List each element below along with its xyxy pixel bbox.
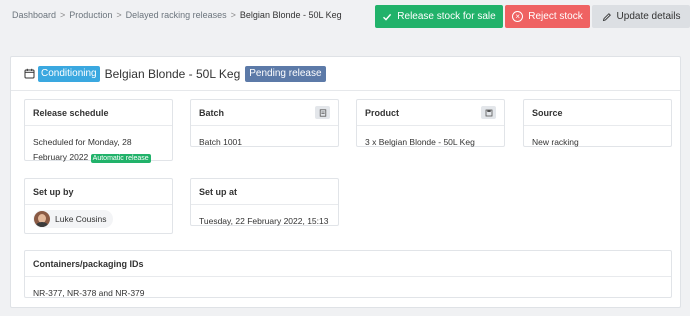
- card-body: Tuesday, 22 February 2022, 15:13: [191, 205, 338, 229]
- breadcrumb-separator: >: [230, 10, 236, 20]
- card-header: Batch: [191, 100, 338, 126]
- update-details-label: Update details: [616, 11, 681, 22]
- conditioning-badge: Conditioning: [38, 65, 100, 82]
- source-card: Source New racking: [523, 99, 672, 147]
- product-card: Product 3 x Belgian Blonde - 50L Keg: [356, 99, 505, 147]
- close-circle-icon: ×: [512, 11, 524, 22]
- user-chip[interactable]: Luke Cousins: [33, 210, 113, 228]
- main-panel: Conditioning Belgian Blonde - 50L Keg Pe…: [10, 56, 681, 308]
- setup-at-card: Set up at Tuesday, 22 February 2022, 15:…: [190, 178, 339, 226]
- setup-at-value: Tuesday, 22 February 2022, 15:13: [199, 216, 329, 226]
- batch-title: Batch: [199, 107, 225, 118]
- containers-title: Containers/packaging IDs: [33, 258, 144, 269]
- card-header: Containers/packaging IDs: [25, 251, 671, 277]
- update-details-button[interactable]: Update details: [592, 5, 690, 28]
- automatic-release-badge: Automatic release: [90, 154, 151, 163]
- breadcrumb: Dashboard > Production > Delayed racking…: [12, 10, 342, 20]
- setup-by-card: Set up by Luke Cousins: [24, 178, 173, 234]
- breadcrumb-production[interactable]: Production: [69, 10, 112, 20]
- breadcrumb-current: Belgian Blonde - 50L Keg: [239, 10, 342, 20]
- source-value: New racking: [532, 137, 579, 147]
- page-title: Belgian Blonde - 50L Keg: [104, 66, 241, 81]
- calendar-icon: [24, 68, 35, 79]
- release-stock-button[interactable]: Release stock for sale: [375, 5, 503, 28]
- panel-header: Conditioning Belgian Blonde - 50L Keg Pe…: [11, 57, 680, 91]
- card-header: Product: [357, 100, 504, 126]
- reject-stock-button[interactable]: × Reject stock: [505, 5, 590, 28]
- reject-stock-label: Reject stock: [528, 11, 583, 22]
- card-header: Source: [524, 100, 671, 126]
- card-body: New racking: [524, 126, 671, 150]
- avatar: [34, 211, 50, 227]
- pencil-icon: [602, 12, 611, 21]
- card-body: NR-377, NR-378 and NR-379: [25, 277, 671, 301]
- setup-by-user: Luke Cousins: [55, 213, 107, 224]
- action-toolbar: Release stock for sale × Reject stock Up…: [375, 5, 690, 28]
- card-header: Set up by: [25, 179, 172, 205]
- breadcrumb-separator: >: [60, 10, 66, 20]
- document-icon[interactable]: [315, 106, 330, 119]
- card-body: 3 x Belgian Blonde - 50L Keg: [357, 126, 504, 150]
- card-header: Release schedule: [25, 100, 172, 126]
- breadcrumb-dashboard[interactable]: Dashboard: [12, 10, 56, 20]
- breadcrumb-separator: >: [116, 10, 122, 20]
- save-icon[interactable]: [481, 106, 496, 119]
- batch-value: Batch 1001: [199, 137, 243, 147]
- card-body: Batch 1001: [191, 126, 338, 150]
- containers-card: Containers/packaging IDs NR-377, NR-378 …: [24, 250, 672, 298]
- release-stock-label: Release stock for sale: [397, 11, 496, 22]
- product-value: 3 x Belgian Blonde - 50L Keg: [365, 137, 475, 147]
- breadcrumb-delayed-racking-releases[interactable]: Delayed racking releases: [126, 10, 227, 20]
- batch-card: Batch Batch 1001: [190, 99, 339, 147]
- check-icon: [383, 13, 392, 21]
- card-body: Scheduled for Monday, 28 February 2022 A…: [25, 126, 172, 165]
- containers-value: NR-377, NR-378 and NR-379: [33, 288, 145, 298]
- setup-at-title: Set up at: [199, 186, 238, 197]
- card-header: Set up at: [191, 179, 338, 205]
- product-title: Product: [365, 107, 400, 118]
- source-title: Source: [532, 107, 563, 118]
- setup-by-title: Set up by: [33, 186, 74, 197]
- release-schedule-title: Release schedule: [33, 107, 109, 118]
- status-badge: Pending release: [245, 65, 326, 82]
- card-body: Luke Cousins: [25, 205, 172, 232]
- release-schedule-card: Release schedule Scheduled for Monday, 2…: [24, 99, 173, 163]
